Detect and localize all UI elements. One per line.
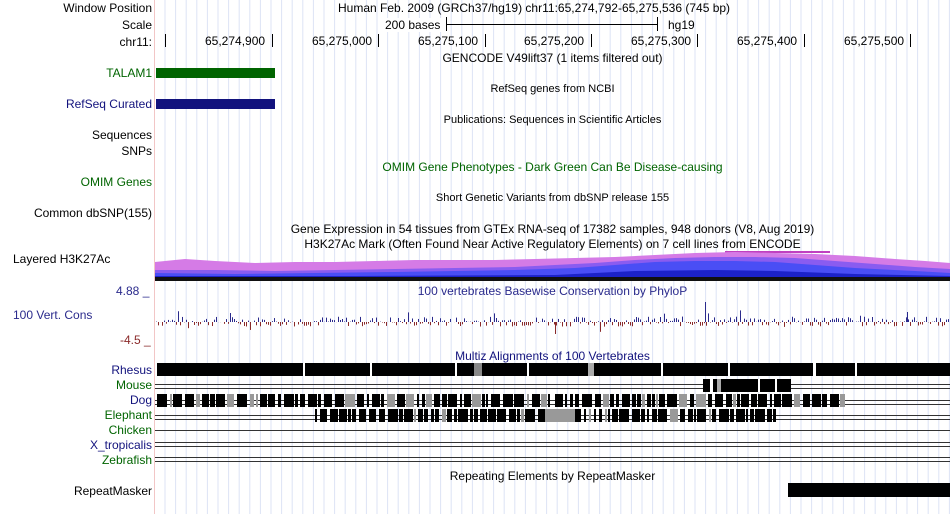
omim-track-label[interactable]: OMIM Genes bbox=[0, 175, 152, 189]
dbsnp-track-title[interactable]: Short Genetic Variants from dbSNP releas… bbox=[155, 192, 950, 204]
multiz-alignment-rows[interactable] bbox=[155, 362, 950, 468]
refseq-track-title[interactable]: RefSeq genes from NCBI bbox=[155, 83, 950, 95]
species-label-mouse[interactable]: Mouse bbox=[0, 378, 152, 392]
refseq-track-label[interactable]: RefSeq Curated bbox=[0, 97, 152, 111]
repeatmasker-track-title[interactable]: Repeating Elements by RepeatMasker bbox=[155, 469, 950, 483]
conservation-track-label[interactable]: 100 Vert. Cons bbox=[13, 308, 92, 322]
talam1-gene-feature[interactable] bbox=[156, 68, 275, 78]
ruler-tick bbox=[485, 34, 486, 47]
publications-track-title[interactable]: Publications: Sequences in Scientific Ar… bbox=[155, 114, 950, 126]
species-label-zebrafish[interactable]: Zebrafish bbox=[0, 453, 152, 467]
repeat-element[interactable] bbox=[788, 483, 950, 497]
window-position-value: Human Feb. 2009 (GRCh37/hg19) chr11:65,2… bbox=[338, 1, 731, 15]
ruler-tick bbox=[910, 34, 911, 47]
ruler-tick-label: 65,275,000 bbox=[312, 34, 373, 48]
species-label-dog[interactable]: Dog bbox=[0, 393, 152, 407]
ruler-tick-label: 65,275,500 bbox=[844, 34, 905, 48]
omim-track-title[interactable]: OMIM Gene Phenotypes - Dark Green Can Be… bbox=[155, 160, 950, 174]
multiz-track-title[interactable]: Multiz Alignments of 100 Vertebrates bbox=[155, 349, 950, 363]
species-label-elephant[interactable]: Elephant bbox=[0, 408, 152, 422]
dbsnp-track-label[interactable]: Common dbSNP(155) bbox=[0, 206, 152, 220]
repeatmasker-track-label[interactable]: RepeatMasker bbox=[0, 484, 152, 498]
gencode-track-title[interactable]: GENCODE V49lift37 (1 items filtered out) bbox=[155, 51, 950, 65]
species-label-chicken[interactable]: Chicken bbox=[0, 423, 152, 437]
scale-label: Scale bbox=[121, 18, 152, 32]
h3k27ac-signal-graph[interactable] bbox=[155, 248, 950, 284]
ruler-tick bbox=[697, 34, 698, 47]
ruler-tick-label: 65,274,900 bbox=[205, 34, 266, 48]
ruler-tick-label: 65,275,300 bbox=[631, 34, 692, 48]
scale-bar bbox=[446, 17, 658, 31]
h3k27ac-track-label[interactable]: Layered H3K27Ac bbox=[13, 252, 110, 266]
species-label-x-tropicalis[interactable]: X_tropicalis bbox=[0, 438, 152, 452]
window-position-label: Window Position bbox=[63, 1, 152, 15]
talam1-track-label[interactable]: TALAM1 bbox=[0, 66, 152, 80]
ruler-tick bbox=[165, 34, 166, 47]
ruler-tick-label: 65,275,100 bbox=[418, 34, 479, 48]
assembly-label: hg19 bbox=[668, 18, 695, 32]
ruler-tick-label: 65,275,200 bbox=[524, 34, 585, 48]
gtex-track-title[interactable]: Gene Expression in 54 tissues from GTEx … bbox=[155, 222, 950, 236]
genome-browser-image: Window Position Human Feb. 2009 (GRCh37/… bbox=[0, 0, 950, 514]
ruler-tick bbox=[804, 34, 805, 47]
conservation-track-title[interactable]: 100 vertebrates Basewise Conservation by… bbox=[155, 284, 950, 298]
phylop-conservation-graph[interactable] bbox=[155, 300, 950, 346]
ruler-tick bbox=[591, 34, 592, 47]
chrom-label: chr11: bbox=[119, 35, 152, 49]
scale-text: 200 bases bbox=[382, 18, 444, 32]
sequences-track-label[interactable]: Sequences bbox=[0, 128, 152, 142]
conservation-min-label: -4.5 _ bbox=[120, 333, 151, 347]
species-label-rhesus[interactable]: Rhesus bbox=[0, 363, 152, 377]
conservation-max-label: 4.88 _ bbox=[116, 284, 150, 298]
ruler-tick bbox=[378, 34, 379, 47]
refseq-gene-feature[interactable] bbox=[156, 99, 275, 109]
ruler-tick-label: 65,275,400 bbox=[737, 34, 798, 48]
snps-track-label[interactable]: SNPs bbox=[0, 144, 152, 158]
ruler-tick bbox=[272, 34, 273, 47]
